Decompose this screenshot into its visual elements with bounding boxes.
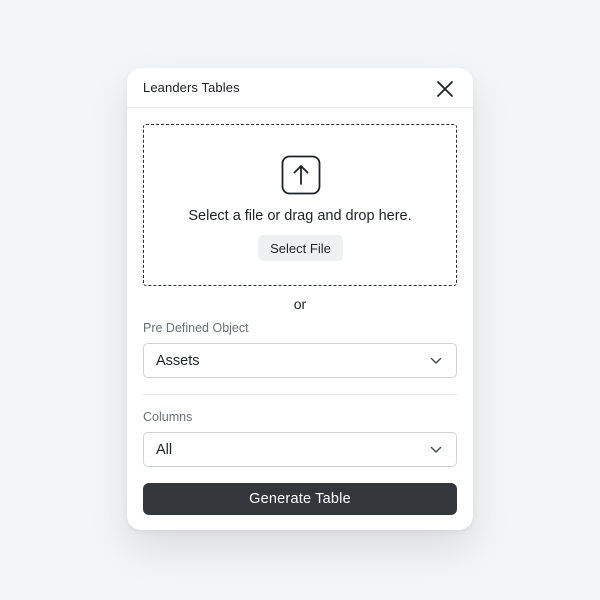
chevron-down-icon xyxy=(430,446,442,453)
chevron-down-icon xyxy=(430,357,442,364)
close-button[interactable] xyxy=(435,79,455,99)
columns-value: All xyxy=(156,442,173,458)
file-dropzone[interactable]: Select a file or drag and drop here. Sel… xyxy=(143,124,457,286)
predefined-object-select[interactable]: Assets xyxy=(143,343,457,378)
dialog-header: Leanders Tables xyxy=(127,68,473,108)
columns-label: Columns xyxy=(143,410,193,424)
close-icon xyxy=(437,81,453,97)
upload-arrow-icon xyxy=(281,155,321,195)
dialog-title: Leanders Tables xyxy=(143,80,240,95)
leanders-tables-dialog: Leanders Tables Select a file or drag an… xyxy=(127,68,473,530)
dropzone-prompt: Select a file or drag and drop here. xyxy=(188,208,412,224)
predefined-object-label: Pre Defined Object xyxy=(143,321,249,335)
or-separator: or xyxy=(293,296,307,312)
generate-table-button[interactable]: Generate Table xyxy=(143,483,457,515)
columns-select[interactable]: All xyxy=(143,432,457,467)
select-file-button[interactable]: Select File xyxy=(258,235,343,261)
predefined-object-value: Assets xyxy=(156,353,200,369)
section-divider xyxy=(143,394,457,395)
